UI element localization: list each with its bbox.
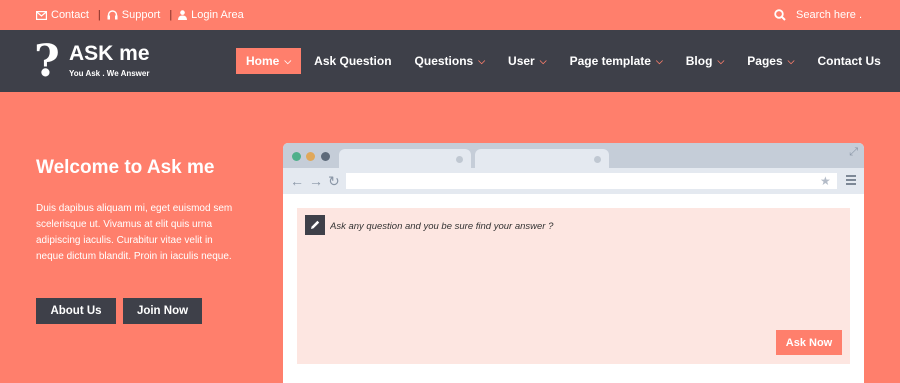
about-us-button[interactable]: About Us: [36, 298, 116, 324]
hero-text: Duis dapibus aliquam mi, eget euismod se…: [36, 203, 233, 262]
chevron-down-icon: ⌵: [478, 55, 486, 66]
window-maximize-dot: [321, 152, 330, 161]
support-link-label: Support: [121, 9, 161, 21]
search-input[interactable]: [796, 9, 862, 21]
chevron-down-icon: ⌵: [655, 55, 663, 66]
top-links: Contact | Support | Login Area: [36, 0, 244, 30]
browser-tab[interactable]: [339, 149, 471, 168]
window-close-dot: [292, 152, 301, 161]
brand-tagline: You Ask . We Answer: [69, 69, 150, 78]
url-field[interactable]: [346, 173, 837, 189]
browser-mockup: ⤢ ← → ↻ ★ Ask Now: [283, 143, 864, 383]
login-link[interactable]: Login Area: [178, 9, 244, 21]
tab-close-icon[interactable]: [594, 156, 601, 163]
pencil-icon: [305, 215, 325, 235]
chevron-down-icon: ⌵: [787, 55, 795, 66]
contact-link-label: Contact: [51, 9, 89, 21]
nav-item-label: User: [508, 54, 535, 68]
nav-item-label: Page template: [569, 54, 651, 68]
nav-item-page-template[interactable]: Page template ⌵: [560, 48, 673, 74]
top-bar: Contact | Support | Login Area: [0, 0, 900, 30]
menu-icon[interactable]: [846, 175, 856, 187]
nav-item-blog[interactable]: Blog ⌵: [676, 48, 735, 74]
nav-item-label: Pages: [747, 54, 783, 68]
nav-item-label: Questions: [414, 54, 474, 68]
nav-item-label: Blog: [685, 54, 713, 68]
main-nav: Home ⌵ Ask Question Questions ⌵ User ⌵ Page…: [236, 48, 894, 74]
window-minimize-dot: [306, 152, 315, 161]
hero-title: Welcome to Ask me: [36, 157, 215, 178]
tab-close-icon[interactable]: [456, 156, 463, 163]
nav-item-ask-question[interactable]: Ask Question: [304, 48, 401, 74]
chevron-down-icon: ⌵: [717, 55, 725, 66]
chevron-down-icon: ⌵: [539, 55, 547, 66]
ask-question-box: Ask Now: [297, 208, 850, 364]
back-arrow-icon[interactable]: ←: [290, 173, 304, 189]
question-input[interactable]: [330, 219, 830, 233]
expand-icon[interactable]: ⤢: [849, 146, 858, 159]
search-icon[interactable]: [774, 9, 786, 21]
site-logo[interactable]: ? ASK me You Ask . We Answer: [34, 36, 164, 87]
nav-item-label: Contact Us: [817, 54, 881, 68]
nav-item-label: Home: [246, 54, 280, 68]
nav-item-label: Ask Question: [314, 54, 392, 68]
top-search: [774, 0, 862, 30]
nav-item-user[interactable]: User ⌵: [498, 48, 557, 74]
nav-item-home[interactable]: Home ⌵: [236, 48, 302, 74]
join-now-button[interactable]: Join Now: [123, 298, 202, 324]
browser-tab-bar: ⤢: [283, 143, 864, 168]
separator: |: [97, 9, 101, 21]
user-icon: [178, 10, 188, 20]
browser-tab[interactable]: [475, 149, 609, 168]
nav-item-pages[interactable]: Pages ⌵: [737, 48, 804, 74]
reload-icon[interactable]: ↻: [328, 173, 340, 189]
brand-name: ASK me: [69, 42, 150, 65]
forward-arrow-icon[interactable]: →: [309, 173, 323, 189]
chevron-down-icon: ⌵: [284, 55, 292, 66]
browser-address-bar: ← → ↻ ★: [283, 168, 864, 194]
contact-link[interactable]: Contact: [36, 9, 89, 21]
main-header: ? ASK me You Ask . We Answer Home ⌵ Ask Q…: [0, 30, 900, 92]
star-icon[interactable]: ★: [820, 173, 831, 189]
question-mark-icon: ?: [34, 36, 60, 87]
separator: |: [169, 9, 173, 21]
ask-now-button[interactable]: Ask Now: [776, 330, 842, 355]
headphones-icon: [107, 10, 118, 20]
envelope-icon: [36, 10, 47, 20]
login-link-label: Login Area: [191, 9, 244, 21]
support-link[interactable]: Support: [107, 9, 161, 21]
nav-item-contact-us[interactable]: Contact Us: [807, 48, 890, 74]
nav-item-questions[interactable]: Questions ⌵: [405, 48, 496, 74]
